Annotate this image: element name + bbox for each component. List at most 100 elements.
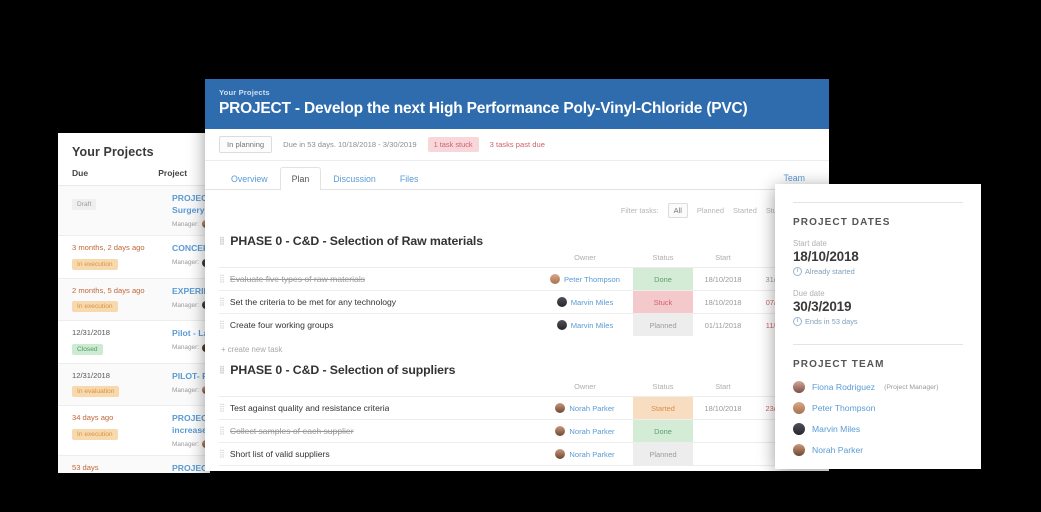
column-header-owner: Owner	[574, 253, 596, 262]
list-item[interactable]: 12/31/2018 In evaluation PILOT- R Manager:	[58, 363, 210, 407]
task-name[interactable]: Set the criteria to be met for any techn…	[230, 297, 396, 307]
owner-cell[interactable]: Marvin Miles	[537, 297, 633, 307]
table-row[interactable]: ⣿ Collect samples of each supplier Norah P…	[219, 419, 815, 442]
project-status-bar: In planning Due in 53 days. 10/18/2018 -…	[205, 129, 829, 161]
task-name[interactable]: Test against quality and resistance crit…	[230, 403, 390, 413]
task-name[interactable]: Create four working groups	[230, 320, 334, 330]
status-badge[interactable]: Planned	[633, 443, 693, 465]
filter-option-planned[interactable]: Planned	[697, 206, 724, 215]
team-member-name[interactable]: Marvin Miles	[812, 424, 860, 434]
filter-option-all[interactable]: All	[667, 203, 688, 218]
column-header-task	[219, 253, 537, 262]
owner-cell[interactable]: Peter Thompson	[537, 274, 633, 284]
table-row[interactable]: ⣿ Evaluate five types of raw materials Pet…	[219, 267, 815, 290]
drag-handle-icon[interactable]: ⣿	[219, 275, 225, 283]
due-text: 34 days ago	[72, 413, 114, 423]
list-item[interactable]: 12/31/2018 Closed Pilot - La Manager:	[58, 321, 210, 364]
status-badge: In execution	[72, 258, 118, 270]
team-member-name[interactable]: Norah Parker	[812, 445, 863, 455]
status-badge-stuck[interactable]: 1 task stuck	[427, 137, 479, 152]
avatar	[793, 444, 805, 456]
owner-cell[interactable]: Marvin Miles	[537, 320, 633, 330]
past-due-text[interactable]: 3 tasks past due	[490, 140, 545, 149]
screenshot-stage: Your Projects Due Project DraftPROJECT-S…	[0, 0, 1041, 512]
drag-handle-icon[interactable]: ⣿	[219, 321, 225, 329]
info-icon: i	[793, 317, 802, 326]
task-name[interactable]: Short list of valid suppliers	[230, 449, 330, 459]
table-row[interactable]: ⣿ Set the criteria to be met for any tech…	[219, 290, 815, 313]
task-cell: ⣿ Evaluate five types of raw materials	[219, 269, 537, 289]
owner-name: Norah Parker	[569, 403, 615, 413]
drag-handle-icon[interactable]: ⣿	[219, 366, 225, 374]
project-team-heading: PROJECT TEAM	[793, 359, 885, 370]
status-badge: Closed	[72, 343, 103, 355]
breadcrumb[interactable]: Your Projects	[219, 88, 815, 97]
due-text: 12/31/2018	[72, 370, 111, 380]
team-member-row[interactable]: Peter Thompson	[793, 402, 963, 414]
drag-handle-icon[interactable]: ⣿	[219, 450, 225, 458]
status-badge[interactable]: Done	[633, 268, 693, 290]
create-new-task-button[interactable]: + create new task	[219, 336, 815, 354]
project-body: Filter tasks:AllPlannedStartedStuckDone …	[205, 190, 829, 466]
owner-name: Norah Parker	[569, 426, 615, 436]
column-header-due: Due	[72, 168, 89, 178]
status-badge[interactable]: Stuck	[633, 291, 693, 313]
start-date-note-text: Already started	[805, 267, 855, 276]
avatar	[555, 426, 566, 436]
tab-discussion[interactable]: Discussion	[321, 167, 388, 190]
background-list-header: Due Project	[58, 168, 210, 186]
tab-files[interactable]: Files	[388, 167, 431, 190]
due-text: 2 months, 5 days ago	[72, 285, 145, 295]
status-badge[interactable]: Done	[633, 420, 693, 442]
status-badge-planning[interactable]: In planning	[219, 136, 273, 153]
manager-label: Manager:	[172, 344, 199, 352]
status-badge: In evaluation	[72, 386, 120, 398]
team-member-row[interactable]: Marvin Miles	[793, 423, 963, 435]
status-badge[interactable]: Planned	[633, 314, 693, 336]
list-item[interactable]: DraftPROJECT-SurgeryManager:	[58, 186, 210, 237]
tab-plan[interactable]: Plan	[279, 167, 322, 190]
column-header-status: Status	[652, 382, 674, 391]
project-header: Your Projects PROJECT - Develop the next…	[205, 79, 829, 129]
task-cell: ⣿ Set the criteria to be met for any tech…	[219, 292, 537, 312]
table-row[interactable]: ⣿ Test against quality and resistance cri…	[219, 396, 815, 419]
list-item[interactable]: 3 months, 2 days ago In execution CONCEPT M…	[58, 236, 210, 279]
team-member-name[interactable]: Peter Thompson	[812, 403, 875, 413]
list-item[interactable]: 2 months, 5 days ago In execution EXPERIM M…	[58, 278, 210, 322]
owner-cell[interactable]: Norah Parker	[537, 449, 633, 459]
task-cell: ⣿ Create four working groups	[219, 315, 537, 335]
list-item-due: 53 daysIn planning	[72, 463, 172, 473]
due-date-block: Due date 30/3/2019 i Ends in 53 days	[793, 289, 963, 326]
phase-name: PHASE 0 - C&D - Selection of Raw materia…	[230, 234, 483, 248]
drag-handle-icon[interactable]: ⣿	[219, 427, 225, 435]
table-row[interactable]: ⣿ Short list of valid suppliers Norah Park…	[219, 442, 815, 466]
task-table-header: OwnerStatusStartDue	[219, 248, 815, 267]
team-member-row[interactable]: Norah Parker	[793, 444, 963, 456]
avatar	[793, 423, 805, 435]
task-name[interactable]: Collect samples of each supplier	[230, 426, 354, 436]
divider-team	[793, 344, 963, 345]
drag-handle-icon[interactable]: ⣿	[219, 237, 225, 245]
owner-cell[interactable]: Norah Parker	[537, 426, 633, 436]
list-item[interactable]: 53 daysIn planningPROJECTVinyl-ChlManage…	[58, 456, 210, 473]
team-member-row[interactable]: Fiona Rodriguez (Project Manager)	[793, 381, 963, 393]
start-date-cell: 18/10/2018	[704, 403, 742, 413]
team-member-name[interactable]: Fiona Rodriguez	[812, 382, 875, 392]
project-tabs: Overview Plan Discussion Files Team	[205, 161, 829, 190]
drag-handle-icon[interactable]: ⣿	[219, 298, 225, 306]
table-row[interactable]: ⣿ Create four working groups Marvin Miles P…	[219, 313, 815, 336]
tab-overview[interactable]: Overview	[219, 167, 280, 190]
status-badge[interactable]: Started	[633, 397, 693, 419]
task-name[interactable]: Evaluate five types of raw materials	[230, 274, 365, 284]
drag-handle-icon[interactable]: ⣿	[219, 404, 225, 412]
info-icon: i	[793, 267, 802, 276]
list-item-due: 12/31/2018 In evaluation	[72, 371, 172, 398]
status-badge: In execution	[72, 428, 118, 440]
owner-cell[interactable]: Norah Parker	[537, 403, 633, 413]
task-cell: ⣿ Collect samples of each supplier	[219, 421, 537, 441]
filter-option-started[interactable]: Started	[733, 206, 757, 215]
page-title: PROJECT - Develop the next High Performa…	[219, 100, 748, 117]
column-header-task	[219, 382, 537, 391]
background-projects-card: Your Projects Due Project DraftPROJECT-S…	[58, 133, 210, 473]
list-item[interactable]: 34 days agoIn executionPROJECT-increaseM…	[58, 406, 210, 457]
